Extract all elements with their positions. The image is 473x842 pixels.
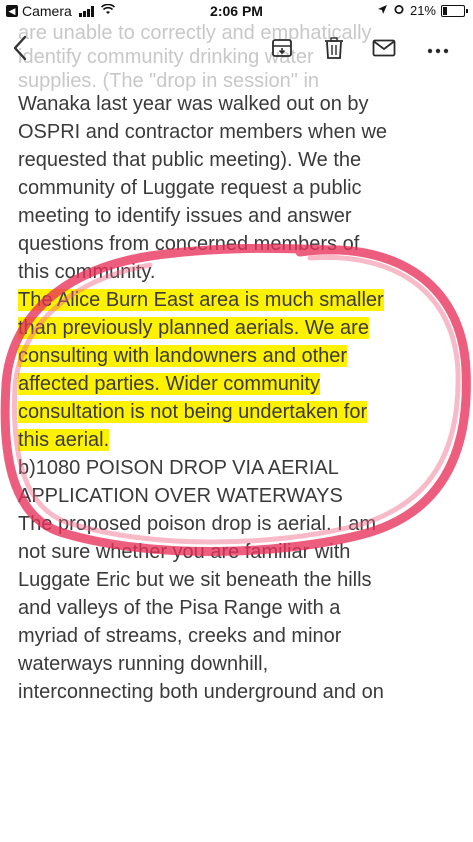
highlighted-line: this aerial. (18, 429, 110, 451)
location-arrow-icon (377, 3, 388, 18)
more-button[interactable] (424, 36, 452, 64)
text-line: meeting to identify issues and answer (18, 205, 352, 227)
mail-toolbar: are unable to correctly and emphatically… (0, 22, 473, 92)
text-line: OSPRI and contractor members when we (18, 121, 388, 143)
trash-icon (324, 36, 344, 64)
envelope-icon (372, 39, 396, 62)
archive-button[interactable] (268, 36, 296, 64)
text-line: The proposed poison drop is aerial. I am (18, 513, 376, 535)
text-line: not sure whether you are familiar with (18, 541, 351, 563)
highlighted-line: consulting with landowners and other (18, 345, 348, 367)
highlighted-response: The Alice Burn East area is much smaller… (18, 286, 463, 454)
alarm-icon (393, 3, 405, 18)
reply-button[interactable] (370, 36, 398, 64)
ellipsis-icon (427, 41, 449, 59)
text-line: interconnecting both underground and on (18, 681, 384, 703)
battery-percent: 21% (409, 3, 436, 18)
faded-text-line: are unable to correctly and emphatically (18, 22, 372, 44)
text-line: myriad of streams, creeks and minor (18, 625, 342, 647)
text-line: community of Luggate request a public (18, 177, 362, 199)
text-line: Luggate Eric but we sit beneath the hill… (18, 569, 372, 591)
back-button[interactable] (6, 35, 34, 66)
text-line: this community. (18, 261, 156, 283)
email-body: Wanaka last year was walked out on by OS… (18, 90, 463, 706)
text-line: questions from concerned members of (18, 233, 360, 255)
heading-line: APPLICATION OVER WATERWAYS (18, 485, 343, 507)
highlighted-line: affected parties. Wider community (18, 373, 320, 395)
text-line: waterways running downhill, (18, 653, 269, 675)
archive-tray-icon (271, 37, 293, 64)
text-line: requested that public meeting). We the (18, 149, 362, 171)
highlighted-line: The Alice Burn East area is much smaller (18, 289, 384, 311)
section-heading: b)1080 POISON DROP VIA AERIAL APPLICATIO… (18, 454, 463, 510)
text-line: and valleys of the Pisa Range with a (18, 597, 341, 619)
paragraph-poison-drop: The proposed poison drop is aerial. I am… (18, 510, 463, 706)
text-line: Wanaka last year was walked out on by (18, 93, 369, 115)
highlighted-line: than previously planned aerials. We are (18, 317, 369, 339)
chevron-left-icon (12, 35, 28, 66)
paragraph-meeting-request: Wanaka last year was walked out on by OS… (18, 90, 463, 286)
highlighted-line: consultation is not being undertaken for (18, 401, 368, 423)
heading-line: b)1080 POISON DROP VIA AERIAL (18, 457, 339, 479)
battery-icon (441, 4, 468, 17)
delete-button[interactable] (320, 36, 348, 64)
